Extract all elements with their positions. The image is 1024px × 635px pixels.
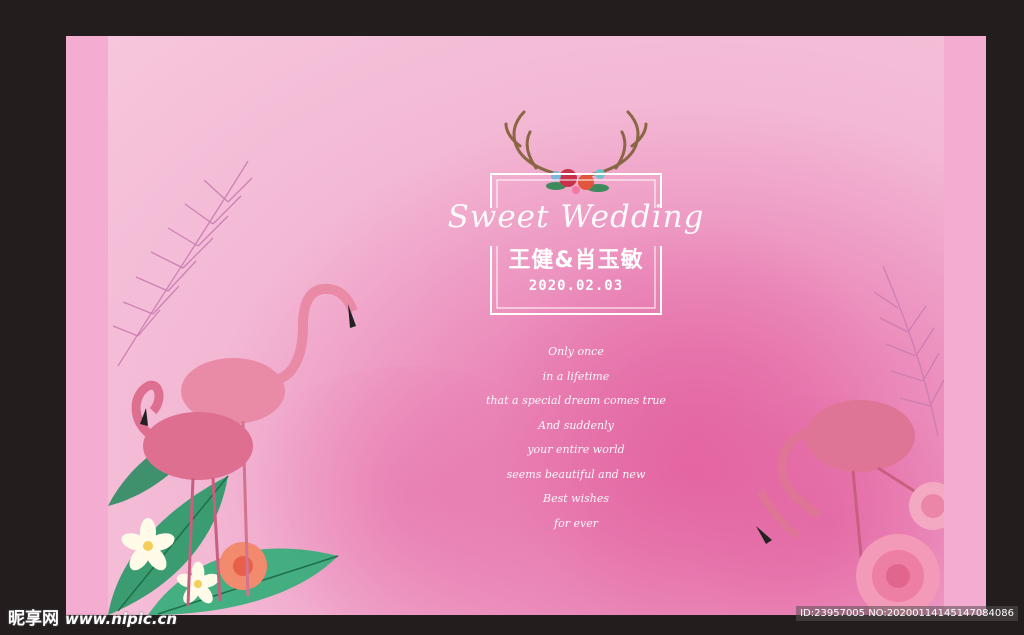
- fern-leaf-icon: [112, 160, 253, 367]
- antlers-flower-icon: [504, 110, 648, 194]
- main-canvas: Sweet Wedding 王健&肖玉敏 2020.02.03 Only onc…: [108, 36, 944, 615]
- script-title: Sweet Wedding: [447, 199, 705, 235]
- watermark-brand-name: 昵享网: [8, 609, 59, 629]
- poem-line: that a special dream comes true: [486, 394, 666, 407]
- watermark-id: ID:23957005 NO:20200114145147084086: [796, 606, 1018, 621]
- poem-line: And suddenly: [538, 418, 614, 432]
- poem-line: for ever: [554, 516, 598, 530]
- poem-line: Only once: [548, 345, 604, 358]
- left-side-panel: [66, 36, 109, 615]
- right-side-panel: [943, 36, 986, 615]
- watermark-url: www.nipic.cn: [64, 610, 178, 628]
- poem-line: Best wishes: [543, 492, 609, 505]
- rose-flower-icon: [856, 482, 944, 615]
- poem-line: in a lifetime: [542, 369, 610, 383]
- hibiscus-flower-icon: [219, 542, 267, 590]
- backdrop-board: Sweet Wedding 王健&肖玉敏 2020.02.03 Only onc…: [66, 36, 986, 615]
- poem-line: seems beautiful and new: [506, 467, 646, 481]
- couple-names: 王健&肖玉敏: [508, 248, 644, 273]
- wedding-date: 2020.02.03: [528, 278, 624, 294]
- watermark-brand: 昵享网 www.nipic.cn: [8, 604, 177, 629]
- poem-line: your entire world: [527, 443, 625, 456]
- poem: Only once in a lifetime that a special d…: [408, 340, 744, 536]
